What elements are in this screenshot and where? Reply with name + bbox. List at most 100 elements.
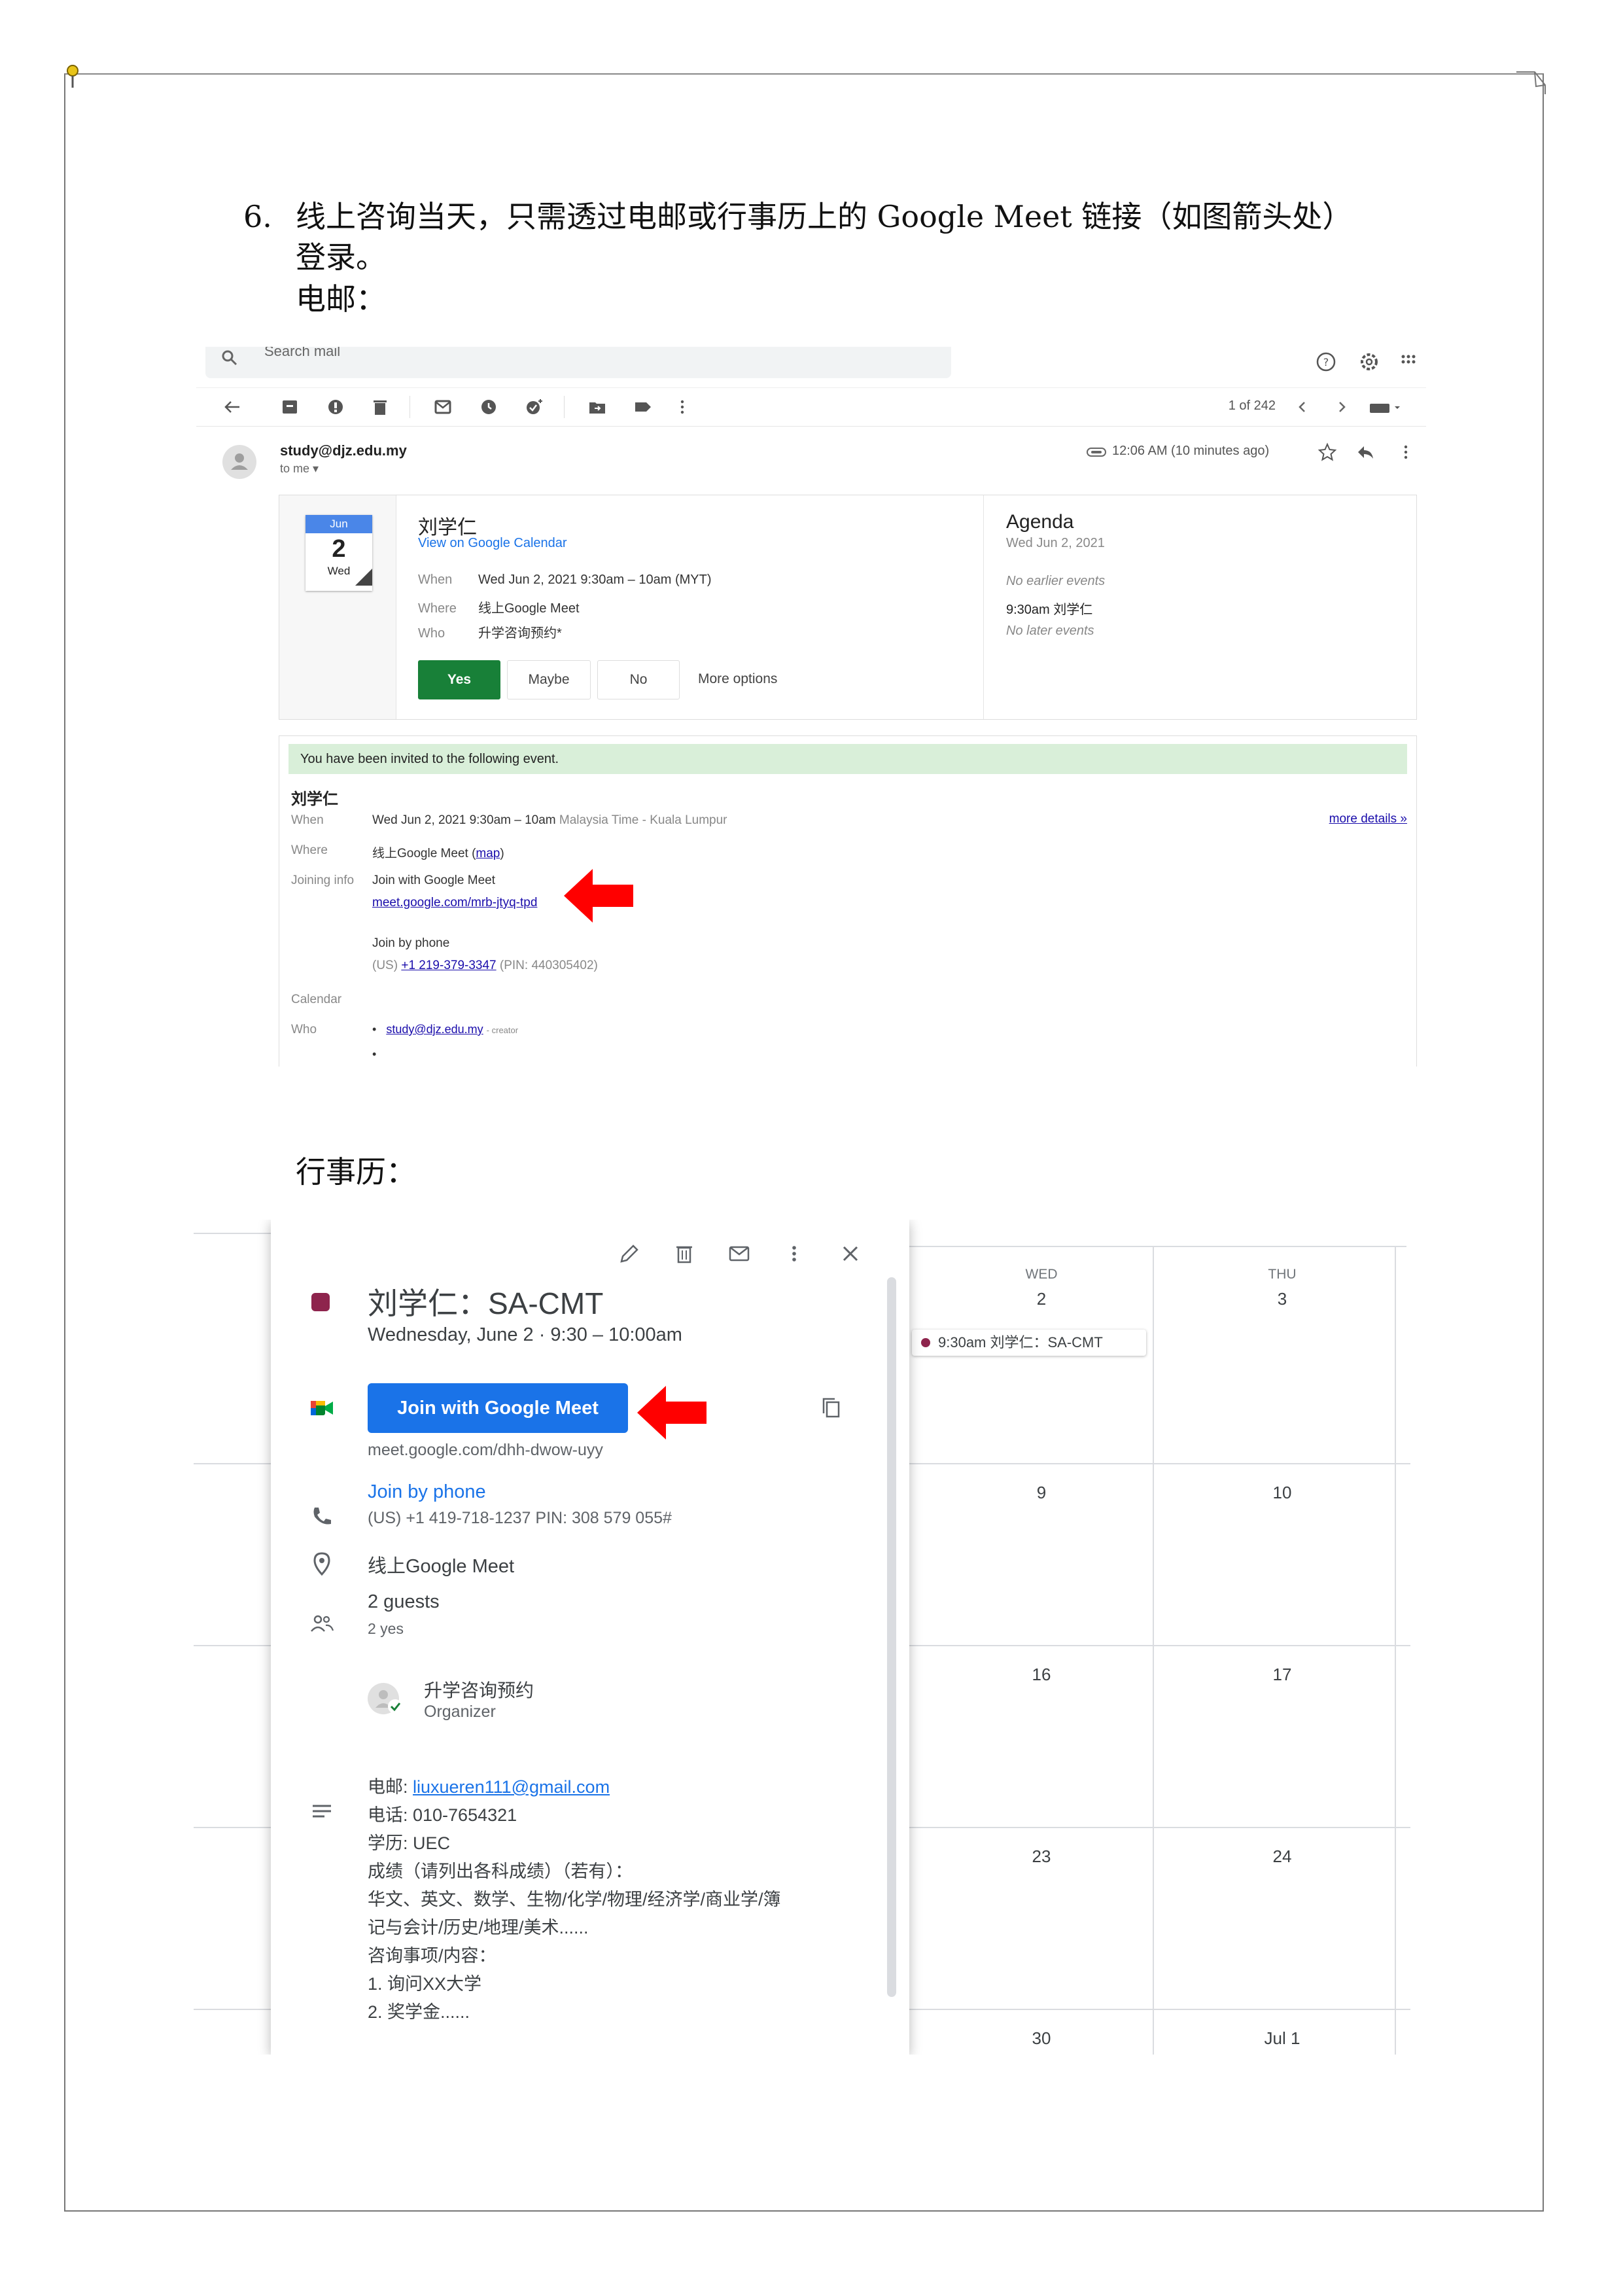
view-on-calendar-link[interactable]: View on Google Calendar <box>418 536 567 551</box>
phone-row: (US) +1 219-379-3347 (PIN: 440305402) <box>372 959 598 973</box>
join-meet-label: Join with Google Meet <box>372 874 495 887</box>
more-vert-icon[interactable] <box>672 397 692 417</box>
report-spam-icon[interactable] <box>326 397 345 417</box>
message-time: 12:06 AM (10 minutes ago) <box>1112 444 1270 458</box>
attachment-icon <box>1087 448 1106 457</box>
meet-url[interactable]: meet.google.com/dhh-dwow-uyy <box>368 1441 603 1460</box>
chevron-right-icon[interactable] <box>1332 397 1352 417</box>
edit-pencil-icon[interactable] <box>616 1241 642 1267</box>
popup-event-datetime: Wednesday, June 2 · 9:30 – 10:00am <box>368 1324 682 1345</box>
rsvp-no-button[interactable]: No <box>597 660 680 699</box>
creator-row: • study@djz.edu.my - creator <box>372 1023 519 1036</box>
instruction-line-1: 线上咨询当天，只需透过电邮或行事历上的 Google Meet 链接（如图箭头处… <box>296 199 1353 234</box>
description-icon <box>313 1805 331 1818</box>
day-cell[interactable]: 16 <box>1002 1665 1081 1685</box>
gmail-screenshot: Search mail ? 1 of 242 study@djz.edu.my … <box>196 347 1426 1067</box>
who-label: Who <box>418 626 445 641</box>
join-by-phone-label: Join by phone <box>372 936 450 950</box>
invite-where-value: 线上Google Meet <box>372 847 468 860</box>
who-value: 升学咨询预约* <box>478 626 562 641</box>
phone-icon <box>313 1508 331 1525</box>
event-color-square <box>311 1293 330 1311</box>
delete-icon[interactable] <box>370 397 390 417</box>
day-cell[interactable]: 30 <box>1002 2028 1081 2049</box>
page-curl-icon <box>355 569 372 586</box>
search-bar[interactable]: Search mail <box>205 347 951 378</box>
mark-unread-icon[interactable] <box>433 397 453 417</box>
rsvp-maybe-button[interactable]: Maybe <box>507 660 591 699</box>
delete-icon[interactable] <box>671 1241 697 1267</box>
day-cell[interactable]: 17 <box>1243 1665 1321 1685</box>
chevron-left-icon[interactable] <box>1293 397 1312 417</box>
invitation-details: You have been invited to the following e… <box>279 735 1417 1067</box>
more-details-link[interactable]: more details » <box>1329 812 1407 826</box>
more-options-link[interactable]: More options <box>698 660 777 698</box>
help-icon[interactable]: ? <box>1315 351 1337 373</box>
more-vert-icon[interactable] <box>1396 442 1416 462</box>
invite-title: 刘学仁 <box>291 790 338 808</box>
where-label: Where <box>418 601 457 616</box>
snooze-icon[interactable] <box>479 397 498 417</box>
copy-icon[interactable] <box>818 1395 844 1421</box>
settings-icon[interactable] <box>1358 351 1380 373</box>
reply-icon[interactable] <box>1355 442 1375 462</box>
back-arrow-icon[interactable] <box>222 397 242 417</box>
rsvp-yes-button[interactable]: Yes <box>418 660 500 699</box>
day-cell[interactable]: Jul 1 <box>1243 2028 1321 2049</box>
desc-email-label: 电邮: <box>368 1777 413 1797</box>
day-cell[interactable]: 2 <box>1002 1289 1081 1309</box>
email-heading: 电邮： <box>296 281 386 317</box>
star-icon[interactable] <box>1318 442 1337 462</box>
more-vert-icon[interactable] <box>781 1241 807 1267</box>
input-tools-icon[interactable] <box>1367 401 1406 414</box>
recipient-dropdown[interactable]: to me ▾ <box>280 462 319 476</box>
popup-scrollbar[interactable] <box>887 1277 896 1997</box>
guest-bullet: • <box>372 1048 377 1061</box>
calendar-label: Calendar <box>291 993 342 1006</box>
email-guests-icon[interactable] <box>726 1241 752 1267</box>
organizer-name: 升学咨询预约 <box>424 1680 534 1701</box>
who-row: Who 升学咨询预约* <box>418 622 562 641</box>
add-task-icon[interactable] <box>525 397 544 417</box>
label-icon[interactable] <box>633 397 653 417</box>
meet-link[interactable]: meet.google.com/mrb-jtyq-tpd <box>372 896 537 910</box>
calendar-date-icon: Jun 2 Wed <box>305 515 372 591</box>
apps-grid-icon[interactable] <box>1400 353 1417 370</box>
top-right-icons: ? <box>1308 351 1426 374</box>
event-description: 电邮: liuxueren111@gmail.com 电话: 010-76543… <box>368 1773 781 2026</box>
creator-email-link[interactable]: study@djz.edu.my <box>386 1023 483 1036</box>
message-toolbar: 1 of 242 <box>196 387 1426 427</box>
move-to-icon[interactable] <box>587 397 607 417</box>
agenda-panel: Agenda Wed Jun 2, 2021 No earlier events… <box>983 495 1417 719</box>
agenda-title: Agenda <box>1006 511 1074 533</box>
day-cell[interactable]: 9 <box>1002 1483 1081 1503</box>
join-google-meet-button[interactable]: Join with Google Meet <box>368 1383 628 1433</box>
no-earlier-events: No earlier events <box>1006 574 1106 588</box>
calendar-date-column: Jun 2 Wed <box>279 495 396 719</box>
archive-icon[interactable] <box>280 397 300 417</box>
guests-icon <box>311 1615 334 1632</box>
desc-email-link[interactable]: liuxueren111@gmail.com <box>413 1777 610 1797</box>
phone-details: (US) +1 419-718-1237 PIN: 308 579 055# <box>368 1509 672 1527</box>
day-cell[interactable]: 23 <box>1002 1846 1081 1867</box>
step-number: 6. <box>243 199 272 234</box>
invite-when-value: Wed Jun 2, 2021 9:30am – 10am <box>372 813 556 827</box>
guest-count: 2 guests <box>368 1591 440 1612</box>
red-arrow-icon <box>637 1386 707 1439</box>
close-icon[interactable] <box>837 1241 864 1267</box>
sender-email[interactable]: study@djz.edu.my <box>280 442 407 459</box>
agenda-event[interactable]: 9:30am 刘学仁 <box>1006 599 1092 618</box>
day-cell[interactable]: 24 <box>1243 1846 1321 1867</box>
where-value: 线上Google Meet <box>478 601 580 616</box>
no-later-events: No later events <box>1006 624 1094 638</box>
pin-icon <box>67 65 79 88</box>
join-by-phone-link[interactable]: Join by phone <box>368 1481 486 1503</box>
calendar-event-chip[interactable]: 9:30am 刘学仁：SA-CMT <box>912 1330 1146 1356</box>
day-cell[interactable]: 10 <box>1243 1483 1321 1503</box>
phone-link[interactable]: +1 219-379-3347 <box>401 959 496 972</box>
map-link[interactable]: map <box>476 847 500 860</box>
search-input[interactable]: Search mail <box>264 347 340 360</box>
day-cell[interactable]: 3 <box>1243 1289 1321 1309</box>
pager-count: 1 of 242 <box>1228 398 1276 413</box>
when-row: When Wed Jun 2, 2021 9:30am – 10am (MYT) <box>418 573 711 588</box>
